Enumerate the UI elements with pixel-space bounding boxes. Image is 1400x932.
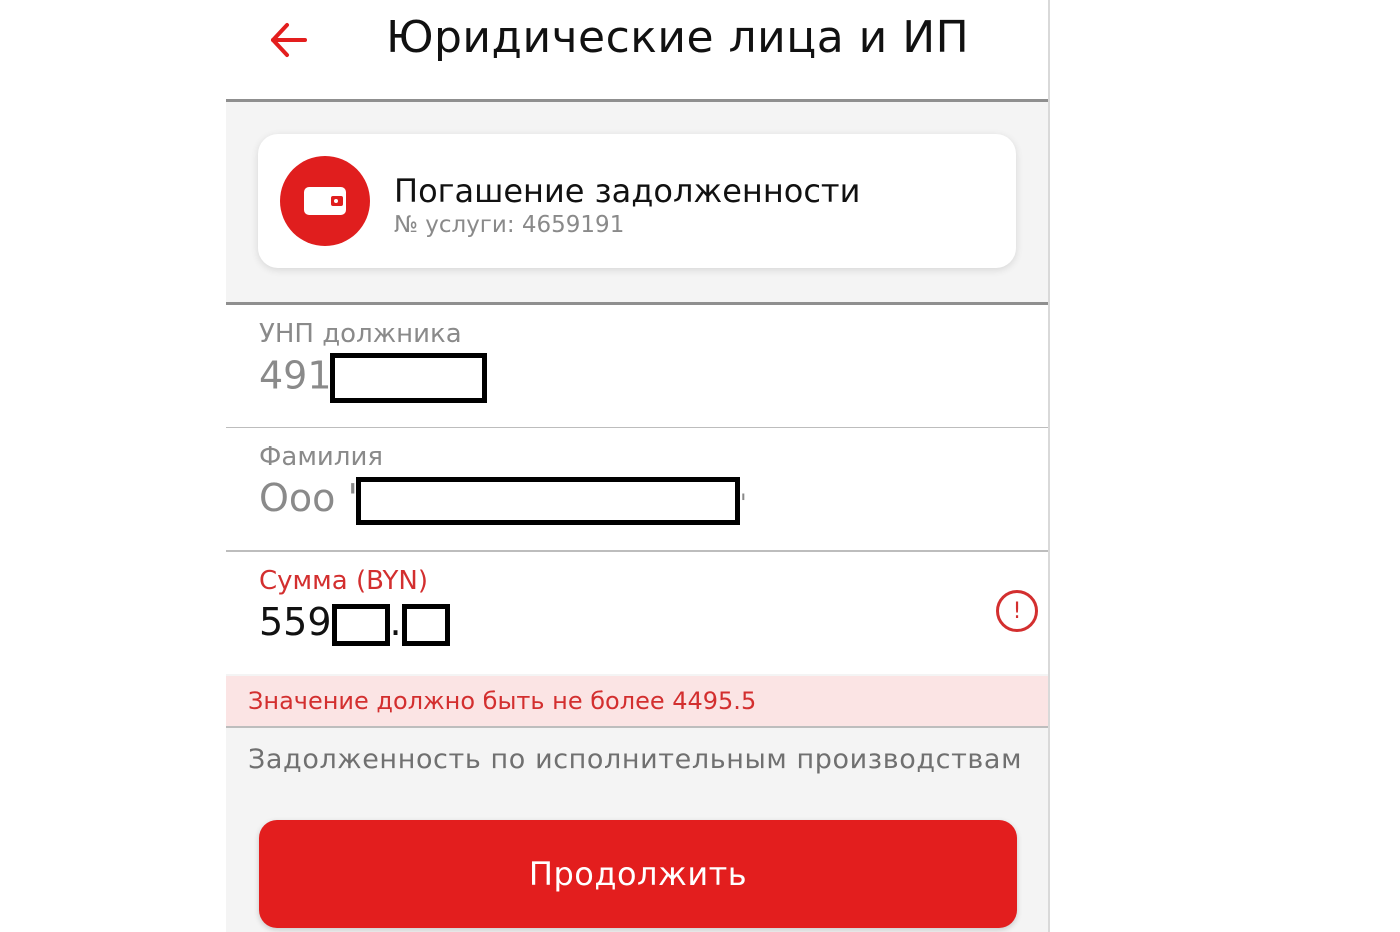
amount-value-prefix: 559 [259,600,332,644]
unp-value[interactable]: 491 [259,353,487,403]
error-banner: Значение должно быть не более 4495.5 [226,676,1048,728]
amount-label: Сумма (BYN) [259,566,428,596]
surname-field[interactable]: Фамилия Ооо ' ' [226,428,1048,552]
service-card[interactable]: Погашение задолженности № услуги: 465919… [258,134,1016,268]
amount-field[interactable]: Сумма (BYN) 559. ! [226,552,1048,674]
surname-value-suffix: ' [739,489,747,517]
continue-label: Продолжить [528,855,748,893]
amount-value[interactable]: 559. [259,600,450,646]
unp-field[interactable]: УНП должника 491 [226,302,1048,429]
app-header: Юридические лица и ИП [226,0,1048,102]
back-button[interactable] [264,16,312,64]
redaction-box [401,603,450,646]
arrow-left-icon [271,23,307,57]
page-title: Юридические лица и ИП [386,12,970,63]
redaction-box [355,476,740,525]
continue-button[interactable]: Продолжить [259,820,1017,928]
unp-value-prefix: 491 [259,353,332,398]
amount-value-separator: . [389,600,402,644]
surname-value-prefix: Ооо ' [259,476,358,520]
service-title: Погашение задолженности [394,172,861,210]
surname-label: Фамилия [259,442,383,472]
error-message: Значение должно быть не более 4495.5 [248,687,757,715]
surname-value[interactable]: Ооо ' ' [259,476,747,525]
payment-description: Задолженность по исполнительным производ… [248,744,1023,775]
service-number: № услуги: 4659191 [394,212,625,238]
redaction-box [331,603,390,646]
wallet-icon [304,187,346,215]
redaction-box [329,353,487,403]
mobile-screen: Юридические лица и ИП Погашение задолжен… [226,0,1050,932]
service-icon-circle [280,156,370,246]
unp-label: УНП должника [259,319,462,349]
exclamation-circle-icon: ! [996,590,1038,632]
